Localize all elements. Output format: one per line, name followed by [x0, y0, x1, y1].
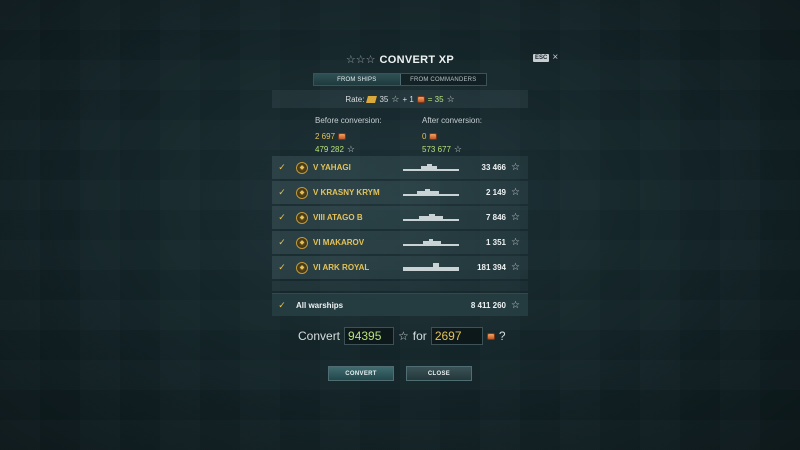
elite-badge-icon: ◆	[296, 211, 308, 224]
ship-silhouette	[403, 238, 459, 247]
question-mark: ?	[498, 329, 506, 343]
close-icon[interactable]: ×	[552, 53, 558, 63]
esc-key-label: ESC	[533, 54, 550, 62]
stars-icon: ☆ ☆ ☆	[345, 53, 376, 66]
close-button[interactable]: CLOSE	[406, 366, 472, 381]
before-label: Before conversion:	[315, 116, 382, 125]
rate-bar: Rate: 35 ☆ + 1 = 35 ☆	[272, 90, 528, 108]
checkmark-icon[interactable]: ✓	[272, 187, 292, 198]
checkmark-icon[interactable]: ✓	[272, 212, 292, 223]
ship-xp: 181 394	[477, 263, 506, 272]
elite-badge-icon: ◆	[296, 186, 308, 199]
ship-name: VI ARK ROYAL	[313, 263, 370, 272]
ship-row[interactable]: ✓ ◆ VIII ATAGO B 7 846 ☆	[272, 206, 528, 229]
star-icon: ☆	[446, 93, 455, 104]
after-doubloons: 0	[422, 132, 427, 141]
before-doubloons: 2 697	[315, 132, 336, 141]
rate-xp-amount: 35	[379, 94, 389, 104]
star-icon: ☆	[511, 162, 520, 173]
star-icon: ☆	[511, 187, 520, 198]
tab-from-ships[interactable]: FROM SHIPS	[314, 74, 401, 85]
ship-xp: 7 846	[485, 213, 506, 222]
dialog-header: ☆ ☆ ☆ CONVERT XP	[272, 50, 528, 70]
for-label: for	[412, 329, 427, 343]
checkmark-icon[interactable]: ✓	[272, 262, 292, 273]
convert-line: Convert ☆ for ?	[298, 327, 506, 345]
ship-xp: 1 351	[485, 238, 506, 247]
ship-row[interactable]: ✓ ◆ VI MAKAROV 1 351 ☆	[272, 231, 528, 254]
star-icon: ☆	[511, 212, 520, 223]
star-icon: ☆	[511, 262, 520, 273]
ship-name: V KRASNY KRYM	[313, 188, 380, 197]
tab-from-commanders[interactable]: FROM COMMANDERS	[401, 74, 487, 85]
ship-silhouette	[403, 213, 459, 222]
star-icon: ☆	[453, 144, 462, 154]
after-conversion: After conversion: 0 573 677 ☆	[422, 116, 482, 156]
ship-name: VI MAKAROV	[313, 238, 365, 247]
ship-list[interactable]: ✓ ◆ V YAHAGI 33 466 ☆ ✓ ◆ V KRASNY KRYM …	[272, 156, 528, 292]
doubloon-icon	[416, 95, 425, 103]
elite-badge-icon: ◆	[296, 161, 308, 174]
all-warships-xp: 8 411 260	[470, 300, 506, 310]
star-icon: ☆	[511, 237, 520, 248]
doubloon-icon	[338, 133, 347, 140]
convert-xp-dialog: ☆ ☆ ☆ CONVERT XP FROM SHIPS FROM COMMANDER…	[272, 42, 528, 392]
after-free-xp: 573 677	[422, 145, 451, 154]
elite-badge-icon: ◆	[296, 236, 308, 249]
star-icon: ☆	[391, 93, 400, 104]
ship-xp: 2 149	[485, 188, 506, 197]
checkmark-icon[interactable]: ✓	[272, 300, 292, 311]
star-icon: ☆	[511, 299, 520, 311]
ship-row[interactable]: ✓ ◆ V KRASNY KRYM 2 149 ☆	[272, 181, 528, 204]
ship-name: VIII ATAGO B	[313, 213, 363, 222]
ship-row[interactable]: ✓ ◆ VI ARK ROYAL 181 394 ☆	[272, 256, 528, 279]
after-label: After conversion:	[422, 116, 483, 125]
before-free-xp: 479 282	[315, 145, 344, 154]
ship-silhouette	[403, 188, 459, 197]
convert-button[interactable]: CONVERT	[328, 366, 394, 381]
doubloon-icon	[429, 133, 438, 140]
elite-badge-icon: ◆	[296, 261, 308, 274]
all-warships-row[interactable]: ✓ All warships 8 411 260 ☆	[272, 293, 528, 316]
dialog-title: CONVERT XP	[379, 54, 455, 66]
before-conversion: Before conversion: 2 697 479 282 ☆	[315, 116, 382, 156]
ship-row[interactable]: ✓ ◆ V YAHAGI 33 466 ☆	[272, 156, 528, 179]
source-tabs: FROM SHIPS FROM COMMANDERS	[313, 73, 487, 86]
ship-xp: 33 466	[481, 163, 506, 172]
checkmark-icon[interactable]: ✓	[272, 162, 292, 173]
tag-icon	[366, 95, 378, 103]
all-warships-label: All warships	[296, 300, 344, 310]
rate-result: = 35	[427, 94, 444, 104]
rate-label: Rate:	[345, 94, 365, 104]
xp-amount-input[interactable]	[344, 327, 395, 345]
doubloon-icon	[486, 332, 495, 340]
esc-close[interactable]: ESC ×	[533, 53, 558, 63]
checkmark-icon[interactable]: ✓	[272, 237, 292, 248]
star-icon: ☆	[398, 329, 409, 343]
ship-silhouette	[403, 163, 459, 172]
ship-name: V YAHAGI	[313, 163, 351, 172]
ship-row-partial[interactable]	[272, 281, 528, 291]
convert-label: Convert	[298, 329, 341, 343]
star-icon: ☆	[346, 144, 355, 154]
rate-plus: + 1	[402, 94, 414, 104]
ship-silhouette	[403, 262, 459, 272]
doubloon-amount-input[interactable]	[430, 327, 483, 345]
